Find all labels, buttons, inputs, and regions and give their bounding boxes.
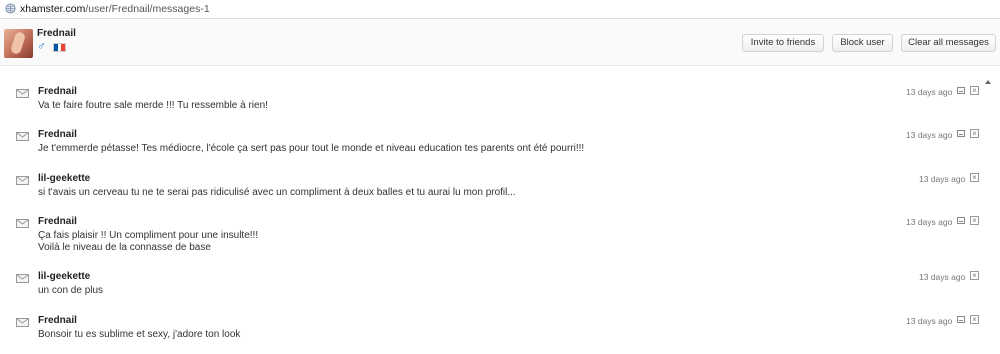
profile-username[interactable]: Frednail bbox=[37, 28, 76, 39]
delete-icon[interactable]: × bbox=[970, 271, 979, 280]
message-line: Voilà le niveau de la connasse de base bbox=[38, 242, 211, 253]
envelope-icon bbox=[16, 176, 29, 185]
delete-icon[interactable]: × bbox=[970, 173, 979, 182]
address-bar[interactable]: xhamster.com/user/Frednail/messages-1 bbox=[0, 0, 1000, 19]
reply-icon[interactable] bbox=[957, 130, 965, 137]
reply-icon[interactable] bbox=[957, 87, 965, 94]
message-item: Frednail Va te faire foutre sale merde !!… bbox=[0, 86, 985, 116]
reply-icon[interactable] bbox=[957, 217, 965, 224]
delete-icon[interactable]: × bbox=[970, 216, 979, 225]
profile-header: Frednail ♂ Invite to friends Block user … bbox=[0, 20, 1000, 66]
message-time: 13 days ago bbox=[919, 174, 966, 184]
message-line: Va te faire foutre sale merde !!! Tu res… bbox=[38, 100, 268, 111]
message-body: Ça fais plaisir !! Un compliment pour un… bbox=[38, 230, 258, 254]
scroll-up-arrow-icon[interactable] bbox=[985, 80, 991, 84]
message-line: Je t'emmerde pétasse! Tes médiocre, l'éc… bbox=[38, 143, 585, 154]
message-author[interactable]: Frednail bbox=[38, 315, 77, 326]
url-domain: xhamster.com bbox=[20, 3, 86, 15]
message-time: 13 days ago bbox=[906, 217, 953, 227]
delete-icon[interactable]: × bbox=[970, 86, 979, 95]
message-time: 13 days ago bbox=[919, 272, 966, 282]
message-item: Frednail Bonsoir tu es sublime et sexy, j… bbox=[0, 315, 985, 345]
france-flag-icon bbox=[53, 43, 66, 52]
globe-icon bbox=[5, 3, 16, 14]
envelope-icon bbox=[16, 89, 29, 98]
envelope-icon bbox=[16, 318, 29, 327]
url-text[interactable]: xhamster.com/user/Frednail/messages-1 bbox=[20, 3, 210, 15]
message-line: si t'avais un cerveau tu ne te serai pas… bbox=[38, 187, 516, 198]
avatar[interactable] bbox=[4, 29, 33, 58]
message-author[interactable]: Frednail bbox=[38, 129, 77, 140]
message-body: si t'avais un cerveau tu ne te serai pas… bbox=[38, 187, 516, 199]
message-list: Frednail Va te faire foutre sale merde !!… bbox=[0, 67, 1000, 354]
message-author[interactable]: lil-geekette bbox=[38, 173, 90, 184]
message-body: Va te faire foutre sale merde !!! Tu res… bbox=[38, 100, 268, 112]
message-body: un con de plus bbox=[38, 285, 103, 297]
message-time: 13 days ago bbox=[906, 316, 953, 326]
clear-all-messages-button[interactable]: Clear all messages bbox=[901, 34, 996, 52]
reply-icon[interactable] bbox=[957, 316, 965, 323]
message-line: Ça fais plaisir !! Un compliment pour un… bbox=[38, 230, 259, 241]
message-item: lil-geekette si t'avais un cerveau tu ne … bbox=[0, 173, 985, 203]
message-author[interactable]: Frednail bbox=[38, 86, 77, 97]
message-body: Je t'emmerde pétasse! Tes médiocre, l'éc… bbox=[38, 143, 584, 155]
message-line: un con de plus bbox=[38, 285, 104, 296]
invite-to-friends-button[interactable]: Invite to friends bbox=[742, 34, 824, 52]
delete-icon[interactable]: × bbox=[970, 315, 979, 324]
message-body: Bonsoir tu es sublime et sexy, j'adore t… bbox=[38, 329, 240, 341]
block-user-button[interactable]: Block user bbox=[832, 34, 893, 52]
delete-icon[interactable]: × bbox=[970, 129, 979, 138]
message-item: Frednail Je t'emmerde pétasse! Tes médioc… bbox=[0, 129, 985, 159]
male-gender-icon: ♂ bbox=[37, 39, 46, 53]
message-author[interactable]: Frednail bbox=[38, 216, 77, 227]
message-item: Frednail Ça fais plaisir !! Un compliment… bbox=[0, 216, 985, 256]
envelope-icon bbox=[16, 132, 29, 141]
envelope-icon bbox=[16, 219, 29, 228]
message-author[interactable]: lil-geekette bbox=[38, 271, 90, 282]
url-path: /user/Frednail/messages-1 bbox=[85, 3, 210, 15]
message-time: 13 days ago bbox=[906, 87, 953, 97]
envelope-icon bbox=[16, 274, 29, 283]
message-line: Bonsoir tu es sublime et sexy, j'adore t… bbox=[38, 329, 241, 340]
message-time: 13 days ago bbox=[906, 130, 953, 140]
message-item: lil-geekette un con de plus 13 days ago × bbox=[0, 271, 985, 301]
